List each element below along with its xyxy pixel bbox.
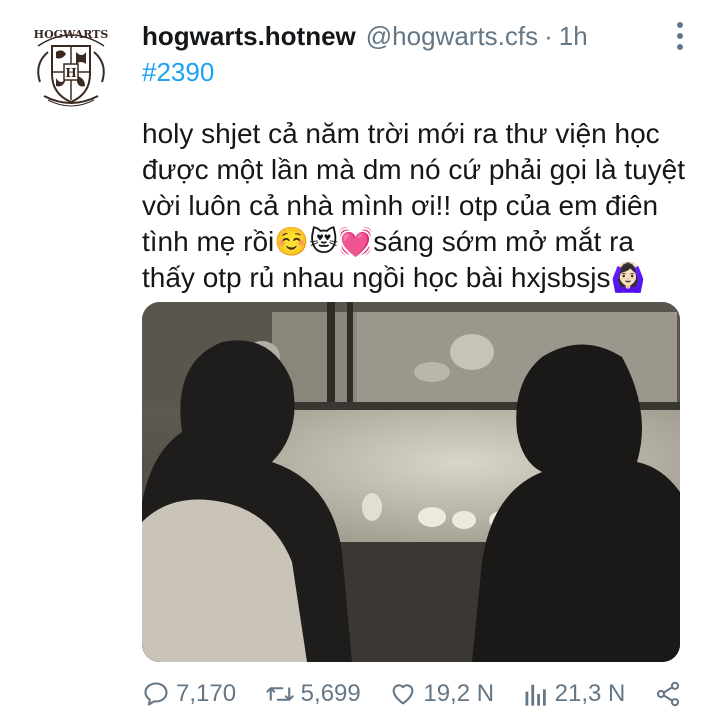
- display-name[interactable]: hogwarts.hotnew: [142, 20, 356, 52]
- hogwarts-crest-logo: HOGWARTS H: [23, 17, 119, 113]
- timestamp[interactable]: 1h: [559, 20, 588, 52]
- more-vertical-icon: [677, 22, 683, 28]
- tweet-header: hogwarts.hotnew @hogwarts.cfs · 1h: [142, 20, 660, 52]
- views-icon: [525, 684, 546, 706]
- avatar[interactable]: HOGWARTS H: [22, 16, 120, 114]
- share-icon: [656, 681, 680, 707]
- tweet-text-line: vời luôn cả nhà mình ơi!! otp của em điê…: [142, 190, 659, 221]
- tweet-text-line: holy shjet cả năm trời mới ra thư viện h…: [142, 118, 660, 149]
- tweet-actions-bar: 7,170 5,699 19,2 N 21,3 N: [142, 676, 682, 712]
- photo-two-people-studying: [142, 302, 680, 662]
- like-button[interactable]: 19,2 N: [389, 680, 494, 708]
- more-options-button[interactable]: [670, 22, 690, 50]
- tweet-media-photo[interactable]: [142, 302, 680, 662]
- retweet-button[interactable]: 5,699: [265, 680, 361, 708]
- crest-letter: H: [65, 66, 76, 80]
- reply-icon: [144, 682, 168, 706]
- tweet-text-line: được một lần mà dm nó cứ phải gọi là tuy…: [142, 154, 685, 185]
- more-dot: [677, 33, 683, 39]
- tweet-text: holy shjet cả năm trời mới ra thư viện h…: [142, 116, 702, 296]
- like-count: 19,2 N: [423, 680, 495, 707]
- reply-button[interactable]: 7,170: [142, 680, 236, 708]
- tweet-text-line: tình mẹ rồi☺️😻💓sáng sớm mở mắt ra: [142, 226, 634, 257]
- views-count: 21,3 N: [554, 680, 626, 707]
- tweet-text-line: thấy otp rủ nhau ngồi học bài hxjsbsjs🙆🏻…: [142, 262, 646, 293]
- username[interactable]: @hogwarts.cfs: [366, 20, 538, 52]
- retweet-count: 5,699: [300, 680, 361, 707]
- more-dot: [677, 44, 683, 50]
- crest-banner-text: HOGWARTS: [34, 28, 109, 41]
- hashtag-link[interactable]: #2390: [142, 56, 214, 88]
- reply-count: 7,170: [176, 680, 237, 707]
- views-button[interactable]: 21,3 N: [523, 680, 626, 708]
- share-button[interactable]: [654, 680, 682, 708]
- heart-icon: [392, 684, 414, 705]
- separator-dot: ·: [544, 21, 553, 51]
- retweet-icon: [265, 687, 294, 701]
